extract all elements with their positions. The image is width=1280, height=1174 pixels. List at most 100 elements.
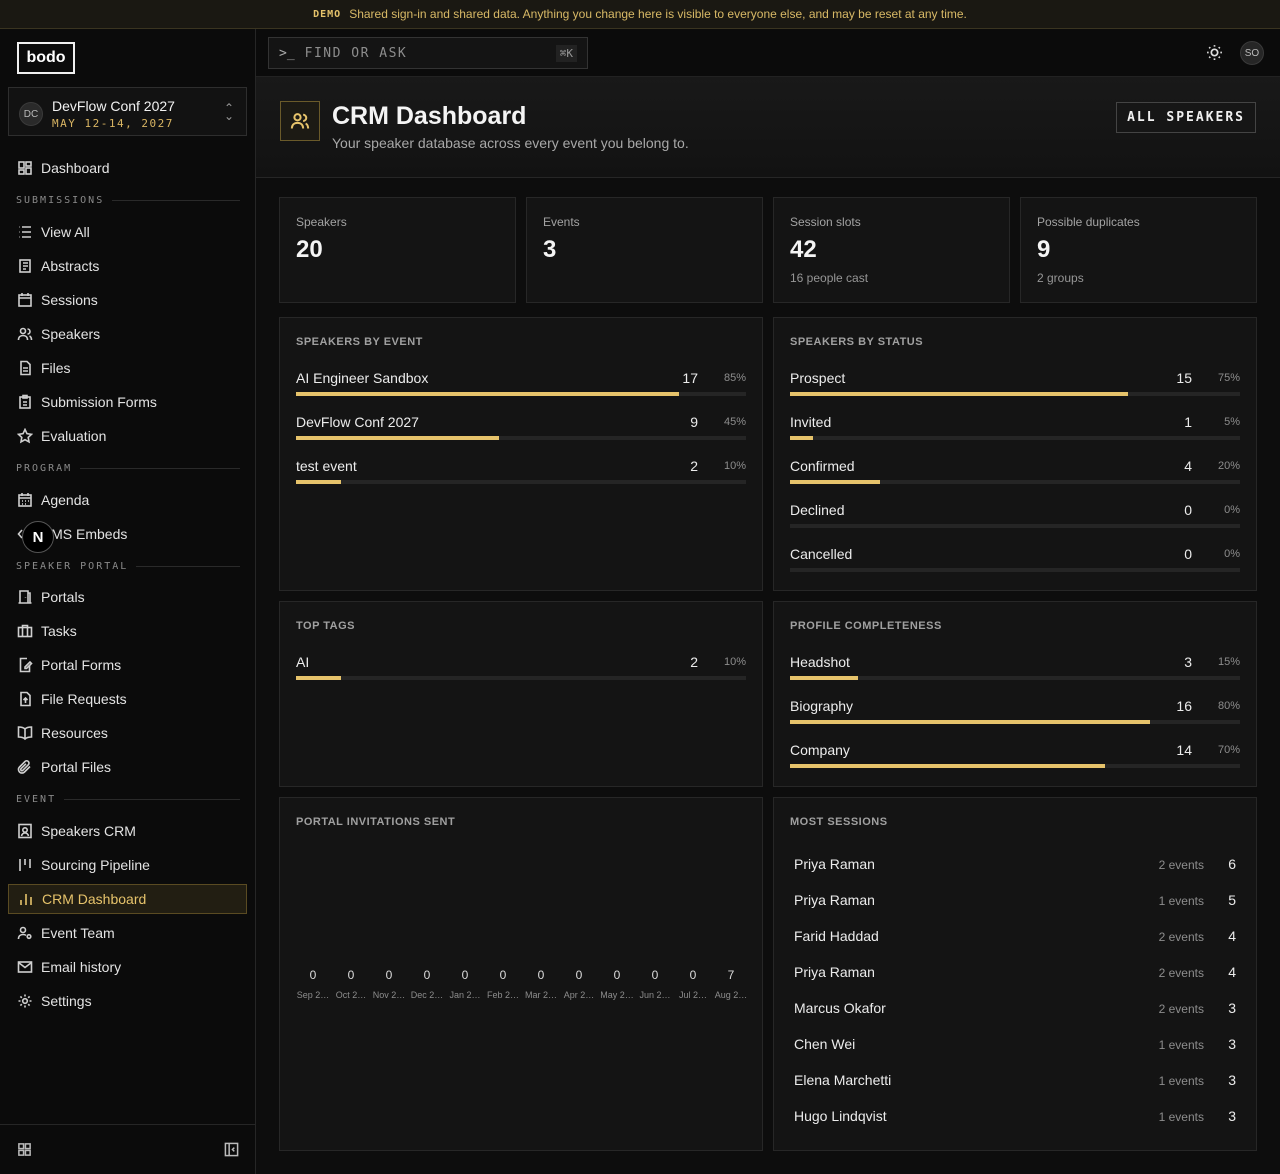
stat-card-possible-duplicates: Possible duplicates 9 2 groups [1020, 197, 1257, 303]
next-dev-badge[interactable]: N [22, 521, 54, 553]
status-bar-row[interactable]: Confirmed 4 20% [790, 458, 1240, 488]
sidebar-item-view-all[interactable]: View All [8, 217, 247, 247]
session-row[interactable]: Chen Wei 1 events 3 [794, 1036, 1240, 1056]
bar-percent: 10% [723, 656, 746, 668]
calendar-icon [8, 292, 41, 308]
bar-label: AI Engineer Sandbox [296, 370, 429, 386]
sun-icon[interactable] [1206, 44, 1223, 66]
bar-track [790, 436, 1240, 440]
session-row[interactable]: Priya Raman 2 events 6 [794, 856, 1240, 876]
page-title: CRM Dashboard [332, 102, 527, 130]
terminal-prompt-icon: >_ [279, 45, 295, 61]
sidebar-item-files[interactable]: Files [8, 353, 247, 383]
sidebar-item-dashboard[interactable]: Dashboard [8, 153, 247, 183]
sidebar-item-portals[interactable]: Portals [8, 582, 247, 612]
top-tags-panel: TOP TAGS AI 2 10% [279, 601, 763, 787]
month-label: Dec 2… [410, 990, 444, 1000]
sidebar-item-resources[interactable]: Resources [8, 718, 247, 748]
session-count: 4 [1228, 964, 1236, 980]
sidebar-item-file-requests[interactable]: File Requests [8, 684, 247, 714]
bar-count: 0 [1184, 502, 1192, 518]
session-row[interactable]: Priya Raman 1 events 5 [794, 892, 1240, 912]
sidebar-item-sourcing-pipeline[interactable]: Sourcing Pipeline [8, 850, 247, 880]
session-row[interactable]: Farid Haddad 2 events 4 [794, 928, 1240, 948]
month-column: 0 Oct 2… [332, 968, 370, 1000]
bar-count: 14 [1176, 742, 1192, 758]
sidebar-item-speakers-crm[interactable]: Speakers CRM [8, 816, 247, 846]
bar-label: Company [790, 742, 850, 758]
bar-label: Confirmed [790, 458, 855, 474]
sidebar-item-label: Settings [41, 993, 92, 1009]
sidebar-item-tasks[interactable]: Tasks [8, 616, 247, 646]
status-bar-row[interactable]: Declined 0 0% [790, 502, 1240, 532]
calendar-grid-icon [8, 492, 41, 508]
book-icon [8, 725, 41, 741]
month-label: Nov 2… [372, 990, 406, 1000]
stat-card-session-slots: Session slots 42 16 people cast [773, 197, 1010, 303]
status-bar-row[interactable]: Prospect 15 75% [790, 370, 1240, 400]
sidebar-item-label: Dashboard [41, 160, 110, 176]
sidebar-item-speakers[interactable]: Speakers [8, 319, 247, 349]
gear-icon [8, 993, 41, 1009]
event-name: DevFlow Conf 2027 [52, 98, 175, 114]
sidebar-item-label: Sessions [41, 292, 98, 308]
completeness-bar-row[interactable]: Headshot 3 15% [790, 654, 1240, 684]
sidebar-item-portal-files[interactable]: Portal Files [8, 752, 247, 782]
stat-label: Session slots [790, 215, 861, 229]
star-icon [8, 428, 41, 444]
session-row[interactable]: Priya Raman 2 events 4 [794, 964, 1240, 984]
completeness-bar-row[interactable]: Company 14 70% [790, 742, 1240, 772]
session-row[interactable]: Hugo Lindqvist 1 events 3 [794, 1108, 1240, 1128]
user-settings-icon [8, 925, 41, 941]
user-avatar[interactable]: SO [1240, 41, 1264, 65]
all-speakers-button[interactable]: ALL SPEAKERS [1116, 102, 1256, 133]
sidebar-item-label: Resources [41, 725, 108, 741]
completeness-bar-row[interactable]: Biography 16 80% [790, 698, 1240, 728]
sidebar-item-evaluation[interactable]: Evaluation [8, 421, 247, 451]
bar-track [296, 436, 746, 440]
sidebar-item-abstracts[interactable]: Abstracts [8, 251, 247, 281]
sidebar-item-crm-dashboard[interactable]: CRM Dashboard [8, 884, 247, 914]
collapse-sidebar-icon[interactable] [224, 1142, 239, 1162]
topbar: >_ FIND OR ASK ⌘K SO [256, 29, 1280, 77]
logo[interactable]: bodo [17, 42, 75, 74]
sidebar-item-sessions[interactable]: Sessions [8, 285, 247, 315]
sidebar-item-label: Speakers [41, 326, 101, 342]
month-value: 0 [499, 968, 507, 982]
search-input[interactable]: >_ FIND OR ASK ⌘K [268, 37, 588, 69]
bar-chart-icon [9, 891, 42, 907]
sidebar-item-event-team[interactable]: Event Team [8, 918, 247, 948]
status-bar-row[interactable]: Cancelled 0 0% [790, 546, 1240, 576]
session-row[interactable]: Elena Marchetti 1 events 3 [794, 1072, 1240, 1092]
apps-grid-icon[interactable] [17, 1142, 32, 1162]
stat-label: Events [543, 215, 580, 229]
speaker-name: Elena Marchetti [794, 1072, 892, 1088]
demo-banner-text: Shared sign-in and shared data. Anything… [349, 7, 967, 21]
panel-title: PROFILE COMPLETENESS [790, 620, 942, 632]
event-bar-row[interactable]: DevFlow Conf 2027 9 45% [296, 414, 746, 444]
tag-bar-row[interactable]: AI 2 10% [296, 654, 746, 684]
bar-track [790, 480, 1240, 484]
session-row[interactable]: Marcus Okafor 2 events 3 [794, 1000, 1240, 1020]
stat-value: 3 [543, 236, 557, 263]
most-sessions-panel: MOST SESSIONS Priya Raman 2 events 6 Priya … [773, 797, 1257, 1151]
sidebar-item-label: Submission Forms [41, 394, 157, 410]
month-column: 0 Nov 2… [370, 968, 408, 1000]
event-bar-row[interactable]: test event 2 10% [296, 458, 746, 488]
event-switcher[interactable]: DC DevFlow Conf 2027 MAY 12-14, 2027 ⌃ ⌄ [8, 87, 247, 136]
speaker-name: Hugo Lindqvist [794, 1108, 887, 1124]
sidebar-item-agenda[interactable]: Agenda [8, 485, 247, 515]
month-column: 0 Apr 2… [560, 968, 598, 1000]
status-bar-row[interactable]: Invited 1 5% [790, 414, 1240, 444]
bar-percent: 85% [723, 372, 746, 384]
event-bar-row[interactable]: AI Engineer Sandbox 17 85% [296, 370, 746, 400]
speaker-name: Marcus Okafor [794, 1000, 886, 1016]
session-count: 6 [1228, 856, 1236, 872]
sidebar-item-portal-forms[interactable]: Portal Forms [8, 650, 247, 680]
bar-label: Biography [790, 698, 854, 714]
sidebar-item-email-history[interactable]: Email history [8, 952, 247, 982]
demo-tag: DEMO [313, 8, 342, 20]
sidebar-item-submission-forms[interactable]: Submission Forms [8, 387, 247, 417]
chevron-up-down-icon: ⌃ ⌄ [223, 101, 234, 123]
sidebar-item-settings[interactable]: Settings [8, 986, 247, 1016]
